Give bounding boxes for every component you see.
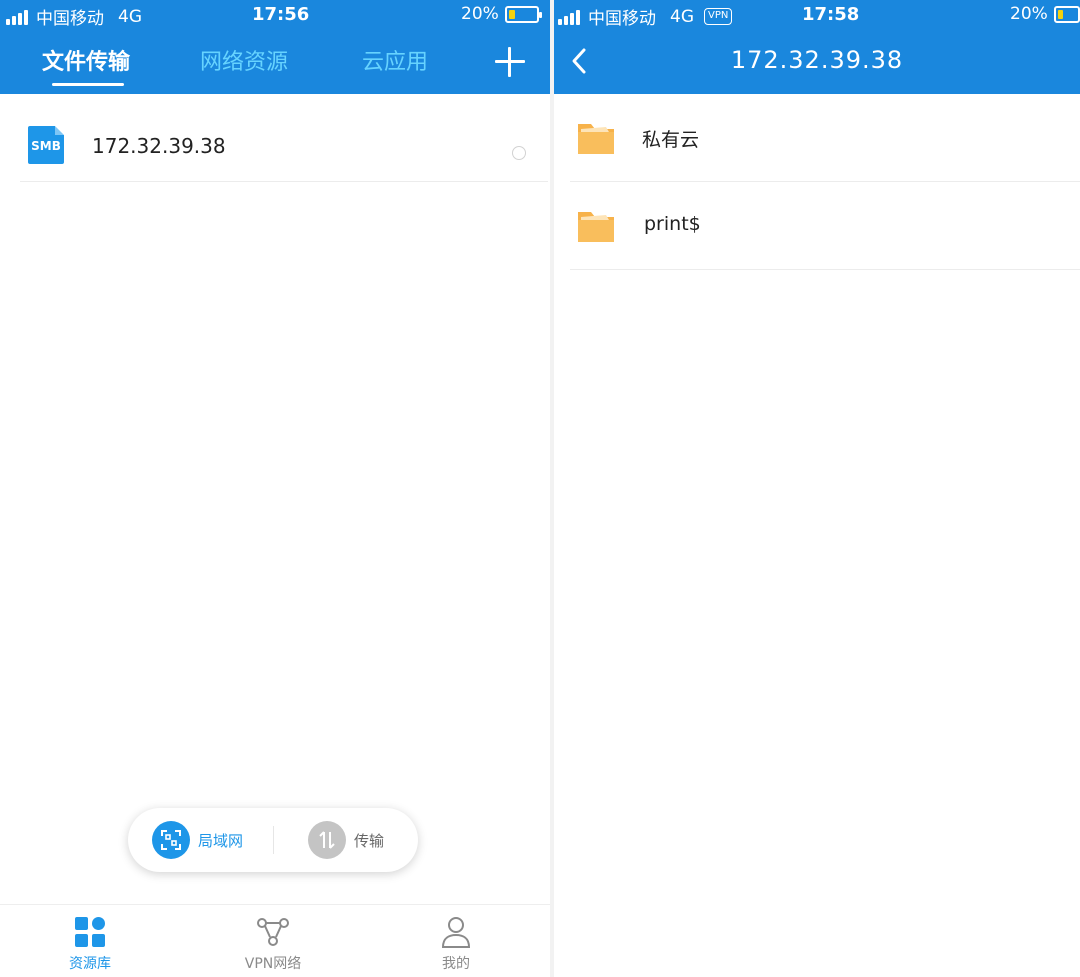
transfer-button[interactable]: 传输 (308, 820, 384, 860)
transfer-arrows-icon (308, 821, 346, 859)
carrier-name: 中国移动 (588, 9, 656, 29)
battery-icon (1053, 5, 1080, 23)
tab-file-transfer[interactable]: 文件传输 (42, 44, 130, 76)
smb-file-icon: SMB (28, 126, 64, 164)
lan-scan-icon (152, 821, 190, 859)
add-button[interactable] (492, 44, 528, 80)
folder-name: print$ (644, 213, 701, 235)
active-tab-indicator (52, 83, 124, 86)
nav-resource-library[interactable]: 资源库 (35, 915, 145, 973)
battery-level (1057, 9, 1063, 19)
signal-icon (6, 9, 30, 25)
user-icon (441, 917, 471, 948)
right-status-bar: 中国移动 4G VPN 17:58 20% (554, 0, 1080, 30)
battery-level (508, 9, 515, 19)
nav-label-mine: 我的 (442, 956, 470, 972)
nav-label-resource-library: 资源库 (69, 956, 111, 972)
right-screen: 中国移动 4G VPN 17:58 20% 172.32.39.38 私有云 p… (554, 0, 1080, 977)
folder-icon (578, 124, 614, 154)
tab-cloud-apps[interactable]: 云应用 (362, 44, 428, 76)
folder-icon (578, 212, 614, 242)
server-address: 172.32.39.38 (92, 134, 226, 158)
nav-vpn-network[interactable]: VPN网络 (218, 915, 328, 973)
page-title: 172.32.39.38 (730, 46, 904, 74)
network-type: 4G (670, 6, 694, 27)
lan-button[interactable]: 局域网 (152, 820, 243, 860)
list-item-folder[interactable]: print$ (570, 182, 1080, 270)
signal-icon (558, 9, 582, 25)
nav-mine[interactable]: 我的 (401, 915, 511, 973)
vpn-badge: VPN (704, 8, 733, 25)
folder-name: 私有云 (642, 129, 700, 151)
floating-action-pill: 局域网 传输 (128, 808, 418, 872)
transfer-label: 传输 (354, 831, 385, 850)
status-time: 17:56 (252, 4, 310, 25)
select-radio[interactable] (512, 146, 526, 160)
status-time: 17:58 (802, 4, 860, 25)
list-item-folder[interactable]: 私有云 (570, 94, 1080, 182)
left-screen: 中国移动 4G 17:56 20% 文件传输 网络资源 云应用 SMB 172.… (0, 0, 550, 977)
list-item-smb-server[interactable]: SMB 172.32.39.38 (20, 94, 548, 182)
top-tabs: 文件传输 网络资源 云应用 (0, 30, 550, 94)
battery-percent: 20% (1010, 4, 1048, 24)
carrier-name: 中国移动 (36, 9, 104, 29)
right-header: 中国移动 4G VPN 17:58 20% 172.32.39.38 (554, 0, 1080, 94)
pill-divider (273, 826, 274, 854)
left-header: 中国移动 4G 17:56 20% 文件传输 网络资源 云应用 (0, 0, 550, 94)
left-status-bar: 中国移动 4G 17:56 20% (0, 0, 550, 30)
battery-percent: 20% (461, 4, 499, 24)
network-type: 4G (118, 6, 142, 27)
grid-icon (75, 917, 105, 947)
battery-icon (504, 5, 542, 23)
lan-label: 局域网 (198, 831, 244, 850)
tab-network-resources[interactable]: 网络资源 (200, 44, 288, 76)
nav-label-vpn-network: VPN网络 (244, 956, 302, 972)
vpn-network-icon (257, 918, 289, 946)
bottom-nav: 资源库 VPN网络 我的 (0, 904, 550, 977)
